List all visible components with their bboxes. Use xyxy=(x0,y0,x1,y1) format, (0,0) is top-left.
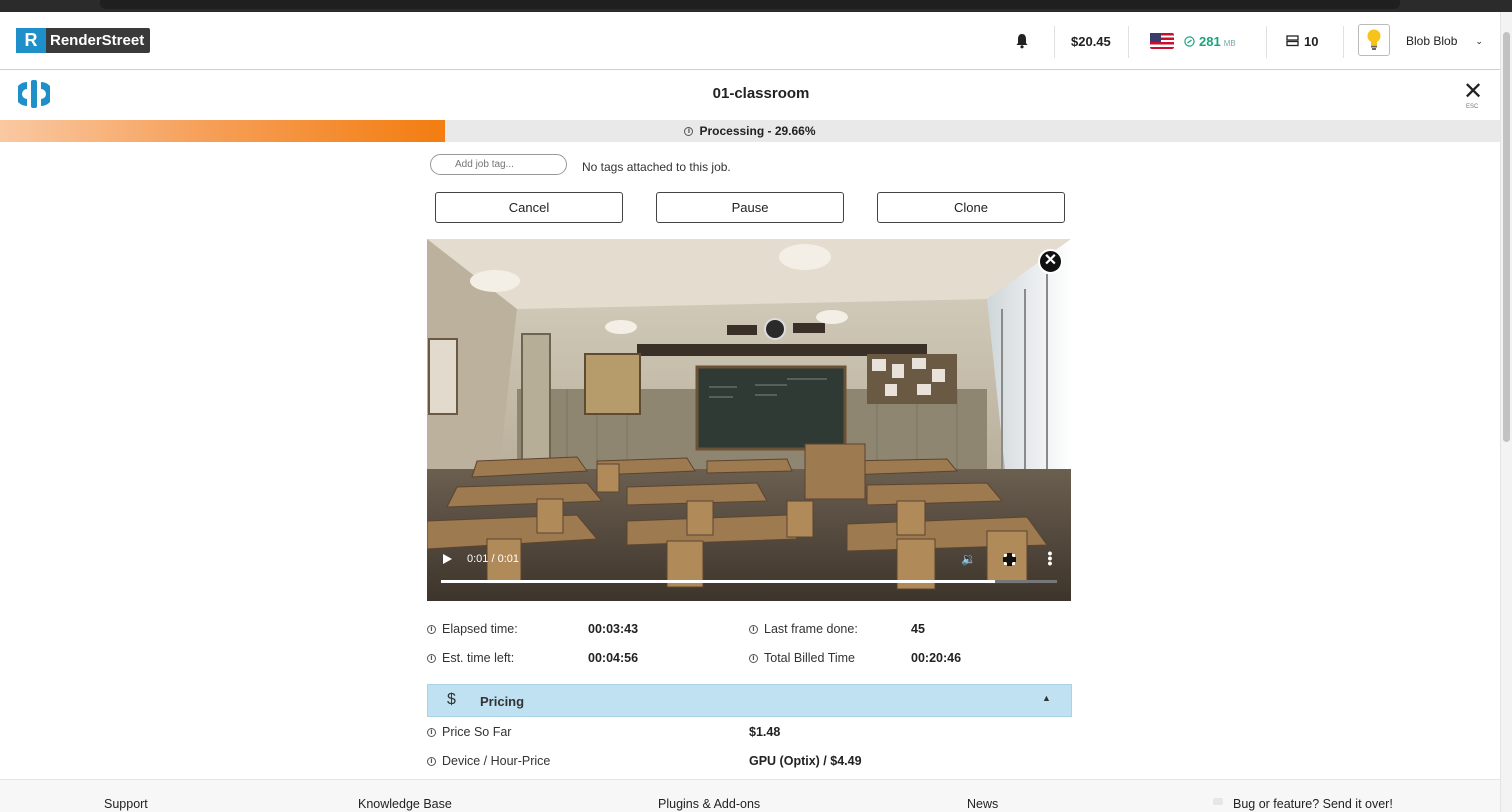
tags-note: No tags attached to this job. xyxy=(582,160,731,174)
classroom-render-image xyxy=(427,239,1071,601)
last-frame-row: i Last frame done: 45 xyxy=(749,622,925,636)
render-preview-video[interactable] xyxy=(427,239,1071,601)
est-value: 00:04:56 xyxy=(588,651,639,665)
chat-icon xyxy=(1213,798,1223,805)
info-icon: i xyxy=(427,728,436,738)
progress-text: Processing - 29.66% xyxy=(699,124,816,138)
video-time: 0:01 / 0:01 xyxy=(467,553,519,565)
server-icon xyxy=(1286,35,1299,47)
clone-button[interactable]: Clone xyxy=(877,192,1065,223)
browser-chrome-strip xyxy=(0,0,1512,12)
video-seek-fill xyxy=(441,580,996,583)
billed-value: 00:20:46 xyxy=(911,651,962,665)
user-menu[interactable]: Blob Blob ⌄ xyxy=(1406,12,1483,70)
pause-button[interactable]: Pause xyxy=(656,192,844,223)
pricing-title: Pricing xyxy=(480,694,525,709)
job-title: 01-classroom xyxy=(712,85,810,102)
info-icon: i xyxy=(427,625,436,635)
user-name: Blob Blob xyxy=(1406,34,1458,48)
progress-label: i Processing - 29.66% xyxy=(0,124,1500,138)
video-controls: 0:01 / 0:01 🔉 • • • xyxy=(427,546,1071,600)
footer-link-news[interactable]: News xyxy=(967,797,998,811)
nodes-count: 10 xyxy=(1304,33,1319,49)
more-options-icon[interactable]: • • • xyxy=(1047,546,1053,570)
job-progress-bar: i Processing - 29.66% xyxy=(0,120,1500,142)
cancel-button[interactable]: Cancel xyxy=(435,192,623,223)
divider xyxy=(1343,26,1344,58)
account-balance[interactable]: $20.45 xyxy=(1071,12,1111,70)
logo-text: RenderStreet xyxy=(50,32,145,49)
price-so-far-row: i Price So Far $1.48 xyxy=(427,725,780,739)
notifications-bell-icon[interactable] xyxy=(1015,12,1029,70)
info-icon: i xyxy=(684,127,694,137)
footer-link-plugins[interactable]: Plugins & Add-ons xyxy=(658,797,760,811)
est-label: Est. time left: xyxy=(442,651,515,665)
job-header: 01-classroom ✕ ESC xyxy=(0,70,1500,120)
device-price-row: i Device / Hour-Price GPU (Optix) / $4.49 xyxy=(427,754,862,768)
info-icon: i xyxy=(749,625,758,635)
fullscreen-icon[interactable] xyxy=(1003,553,1016,566)
footer-link-knowledge-base[interactable]: Knowledge Base xyxy=(358,797,452,811)
close-icon[interactable]: ✕ xyxy=(1462,80,1484,104)
render-nodes-indicator[interactable]: 10 xyxy=(1286,12,1318,70)
us-flag-icon xyxy=(1150,33,1174,49)
info-icon: i xyxy=(427,757,436,767)
lightbulb-icon[interactable] xyxy=(1358,24,1390,56)
divider xyxy=(1054,26,1055,58)
esc-hint: ESC xyxy=(1466,104,1479,110)
browser-url-bar[interactable] xyxy=(100,0,1400,9)
divider xyxy=(1128,26,1129,58)
data-value: 281 xyxy=(1199,33,1221,49)
divider xyxy=(1266,26,1267,58)
data-unit: MB xyxy=(1223,38,1236,48)
volume-icon[interactable]: 🔉 xyxy=(961,552,976,566)
bug-report-text: Bug or feature? Send it over! xyxy=(1233,797,1393,811)
device-label: Device / Hour-Price xyxy=(442,754,551,768)
renderstreet-logo[interactable]: R RenderStreet xyxy=(16,28,151,53)
billed-label: Total Billed Time xyxy=(764,651,856,665)
footer-link-support[interactable]: Support xyxy=(104,797,148,811)
price-value: $1.48 xyxy=(749,725,781,739)
play-icon[interactable] xyxy=(443,554,452,564)
device-value: GPU (Optix) / $4.49 xyxy=(749,754,862,768)
footer-link-bug-report[interactable]: Bug or feature? Send it over! xyxy=(1213,797,1393,811)
top-navigation-bar: R RenderStreet $20.45 281 MB 10 Blob Blob… xyxy=(0,12,1500,70)
elapsed-value: 00:03:43 xyxy=(588,622,639,636)
billed-time-row: i Total Billed Time 00:20:46 xyxy=(749,651,961,665)
dollar-icon: $ xyxy=(447,691,456,708)
video-seek-bar[interactable] xyxy=(441,580,1057,583)
logo-mark: R xyxy=(16,28,46,53)
page-footer: Support Knowledge Base Plugins & Add-ons… xyxy=(0,779,1500,812)
last-frame-label: Last frame done: xyxy=(764,622,858,636)
chevron-down-icon: ⌄ xyxy=(1475,35,1483,46)
est-time-left-row: i Est. time left: 00:04:56 xyxy=(427,651,638,665)
data-coin-icon xyxy=(1184,35,1195,47)
info-icon: i xyxy=(427,654,436,664)
info-icon: i xyxy=(749,654,758,664)
job-tag-input[interactable] xyxy=(430,154,567,175)
close-preview-icon[interactable]: ✕ xyxy=(1038,249,1063,274)
data-amount: 281 MB xyxy=(1184,34,1236,49)
elapsed-time-row: i Elapsed time: 00:03:43 xyxy=(427,622,638,636)
chevron-up-icon[interactable]: ▲ xyxy=(1042,693,1051,703)
region-data-indicator[interactable]: 281 MB xyxy=(1150,12,1236,70)
pricing-section-header[interactable]: $ Pricing ▲ xyxy=(427,684,1072,717)
price-label: Price So Far xyxy=(442,725,512,739)
page-scrollbar[interactable] xyxy=(1500,12,1512,812)
elapsed-label: Elapsed time: xyxy=(442,622,518,636)
last-frame-value: 45 xyxy=(911,622,925,636)
